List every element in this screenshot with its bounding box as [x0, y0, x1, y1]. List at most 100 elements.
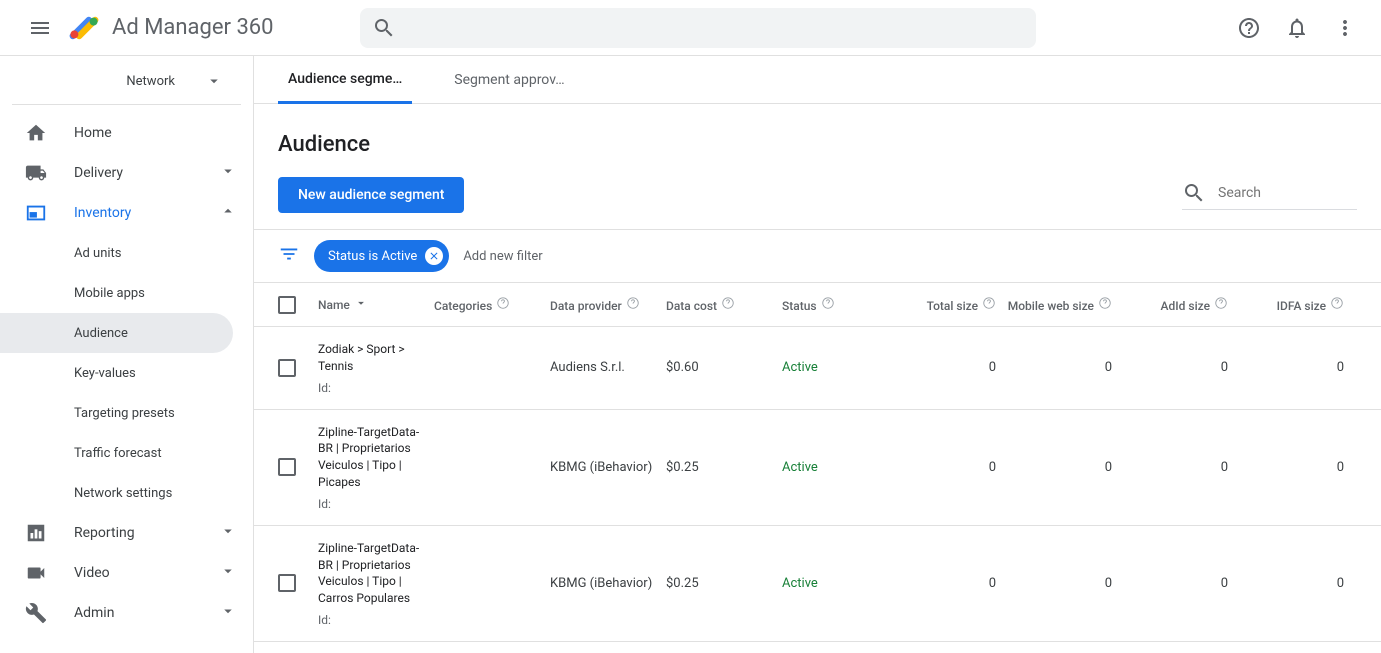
sidebar-item-mobile-apps[interactable]: Mobile apps: [0, 273, 253, 313]
column-header-cost[interactable]: Data cost: [666, 296, 782, 313]
sidebar-item-label: Home: [74, 125, 112, 141]
sidebar-item-targeting-presets[interactable]: Targeting presets: [0, 393, 253, 433]
segment-name: Zipline-TargetData-BR | Proprietarios Ve…: [318, 424, 434, 491]
column-header-categories[interactable]: Categories: [434, 296, 550, 313]
table-row[interactable]: Zipline-TargetData-BR | Proprietarios Ve…: [254, 526, 1381, 642]
sidebar-item-home[interactable]: Home: [0, 113, 253, 153]
video-icon: [24, 561, 48, 585]
cell-idfa: 0: [1228, 576, 1344, 591]
network-selector[interactable]: Network: [12, 66, 241, 105]
sidebar-item-label: Video: [74, 565, 110, 581]
table-row[interactable]: Zipline-TargetData-BR | Proprietarios Ve…: [254, 410, 1381, 526]
chevron-down-icon: [219, 522, 237, 544]
add-filter-button[interactable]: Add new filter: [463, 249, 542, 264]
wrench-icon: [24, 601, 48, 625]
sidebar-item-audience[interactable]: Audience: [0, 313, 233, 353]
column-header-adid[interactable]: AdId size: [1112, 296, 1228, 313]
table-row[interactable]: Zipline-TargetData-BR | Proprietarios: [254, 642, 1381, 653]
segment-id: Id:: [318, 613, 331, 627]
sidebar-item-label: Delivery: [74, 165, 123, 181]
cell-cost: $0.25: [666, 576, 782, 591]
new-audience-segment-button[interactable]: New audience segment: [278, 177, 464, 213]
filter-bar: Status is Active Add new filter: [254, 229, 1381, 283]
column-header-idfa[interactable]: IDFA size: [1228, 296, 1344, 313]
sidebar-item-key-values[interactable]: Key-values: [0, 353, 253, 393]
sidebar-item-ad-units[interactable]: Ad units: [0, 233, 253, 273]
cell-status: Active: [782, 360, 880, 375]
sidebar-item-label: Targeting presets: [74, 406, 175, 421]
cell-status: Active: [782, 460, 880, 475]
tab-audience-segments[interactable]: Audience segme…: [278, 56, 412, 104]
column-header-name[interactable]: Name: [318, 296, 434, 313]
cell-provider: KBMG (iBehavior): [550, 576, 666, 591]
column-header-mobile[interactable]: Mobile web size: [996, 296, 1112, 313]
help-icon: [982, 296, 996, 310]
sidebar-item-label: Audience: [74, 326, 128, 341]
sidebar-item-label: Inventory: [74, 205, 131, 221]
global-search-input[interactable]: [360, 8, 1036, 48]
sidebar: Network Home Delivery Inventory Ad units…: [0, 56, 254, 653]
app-header: Ad Manager 360: [0, 0, 1381, 56]
row-checkbox[interactable]: [278, 458, 296, 476]
row-checkbox[interactable]: [278, 574, 296, 592]
sidebar-item-inventory[interactable]: Inventory: [0, 193, 253, 233]
cell-idfa: 0: [1228, 460, 1344, 475]
row-checkbox[interactable]: [278, 359, 296, 377]
help-icon[interactable]: [1229, 8, 1269, 48]
sort-down-icon: [354, 296, 368, 313]
cell-total: 0: [880, 576, 996, 591]
segment-name: Zipline-TargetData-BR | Proprietarios Ve…: [318, 540, 434, 607]
hamburger-menu-button[interactable]: [16, 4, 64, 52]
table-search-input[interactable]: [1182, 181, 1357, 210]
cell-status: Active: [782, 576, 880, 591]
sidebar-item-label: Mobile apps: [74, 286, 145, 301]
chevron-down-icon: [205, 72, 223, 90]
sidebar-item-label: Network settings: [74, 486, 172, 501]
segment-id: Id:: [318, 381, 331, 395]
cell-provider: KBMG (iBehavior): [550, 460, 666, 475]
select-all-checkbox[interactable]: [278, 296, 296, 314]
help-icon: [1330, 296, 1344, 310]
chevron-up-icon: [219, 202, 237, 224]
help-icon: [1214, 296, 1228, 310]
sidebar-item-label: Key-values: [74, 366, 136, 381]
filter-chip-status[interactable]: Status is Active: [314, 240, 449, 272]
cell-mobile: 0: [996, 576, 1112, 591]
help-icon: [626, 296, 640, 310]
sidebar-item-admin[interactable]: Admin: [0, 593, 253, 633]
cell-adid: 0: [1112, 576, 1228, 591]
search-icon: [372, 16, 396, 40]
tabs: Audience segme… Segment approv…: [254, 56, 1381, 104]
tab-segment-approvals[interactable]: Segment approv…: [444, 56, 574, 104]
chevron-down-icon: [219, 162, 237, 184]
inventory-icon: [24, 201, 48, 225]
sidebar-item-traffic-forecast[interactable]: Traffic forecast: [0, 433, 253, 473]
sidebar-item-label: Ad units: [74, 246, 122, 261]
network-label: Network: [126, 74, 175, 89]
chevron-down-icon: [219, 602, 237, 624]
chevron-down-icon: [219, 562, 237, 584]
data-table: Name Categories Data provider Data cost …: [254, 283, 1381, 653]
close-icon[interactable]: [425, 247, 443, 265]
sidebar-item-reporting[interactable]: Reporting: [0, 513, 253, 553]
table-row[interactable]: Zodiak > Sport > TennisId: Audiens S.r.l…: [254, 327, 1381, 410]
sidebar-item-delivery[interactable]: Delivery: [0, 153, 253, 193]
sidebar-item-label: Traffic forecast: [74, 446, 162, 461]
search-field[interactable]: [1218, 185, 1338, 201]
column-header-total[interactable]: Total size: [880, 296, 996, 313]
cell-mobile: 0: [996, 360, 1112, 375]
cell-mobile: 0: [996, 460, 1112, 475]
cell-adid: 0: [1112, 360, 1228, 375]
cell-total: 0: [880, 360, 996, 375]
filter-icon[interactable]: [278, 243, 300, 269]
sidebar-item-label: Admin: [74, 605, 114, 621]
sidebar-item-network-settings[interactable]: Network settings: [0, 473, 253, 513]
notifications-icon[interactable]: [1277, 8, 1317, 48]
column-header-provider[interactable]: Data provider: [550, 296, 666, 313]
more-vert-icon[interactable]: [1325, 8, 1365, 48]
app-logo: [68, 12, 100, 44]
cell-adid: 0: [1112, 460, 1228, 475]
table-header: Name Categories Data provider Data cost …: [254, 283, 1381, 327]
sidebar-item-video[interactable]: Video: [0, 553, 253, 593]
column-header-status[interactable]: Status: [782, 296, 880, 313]
